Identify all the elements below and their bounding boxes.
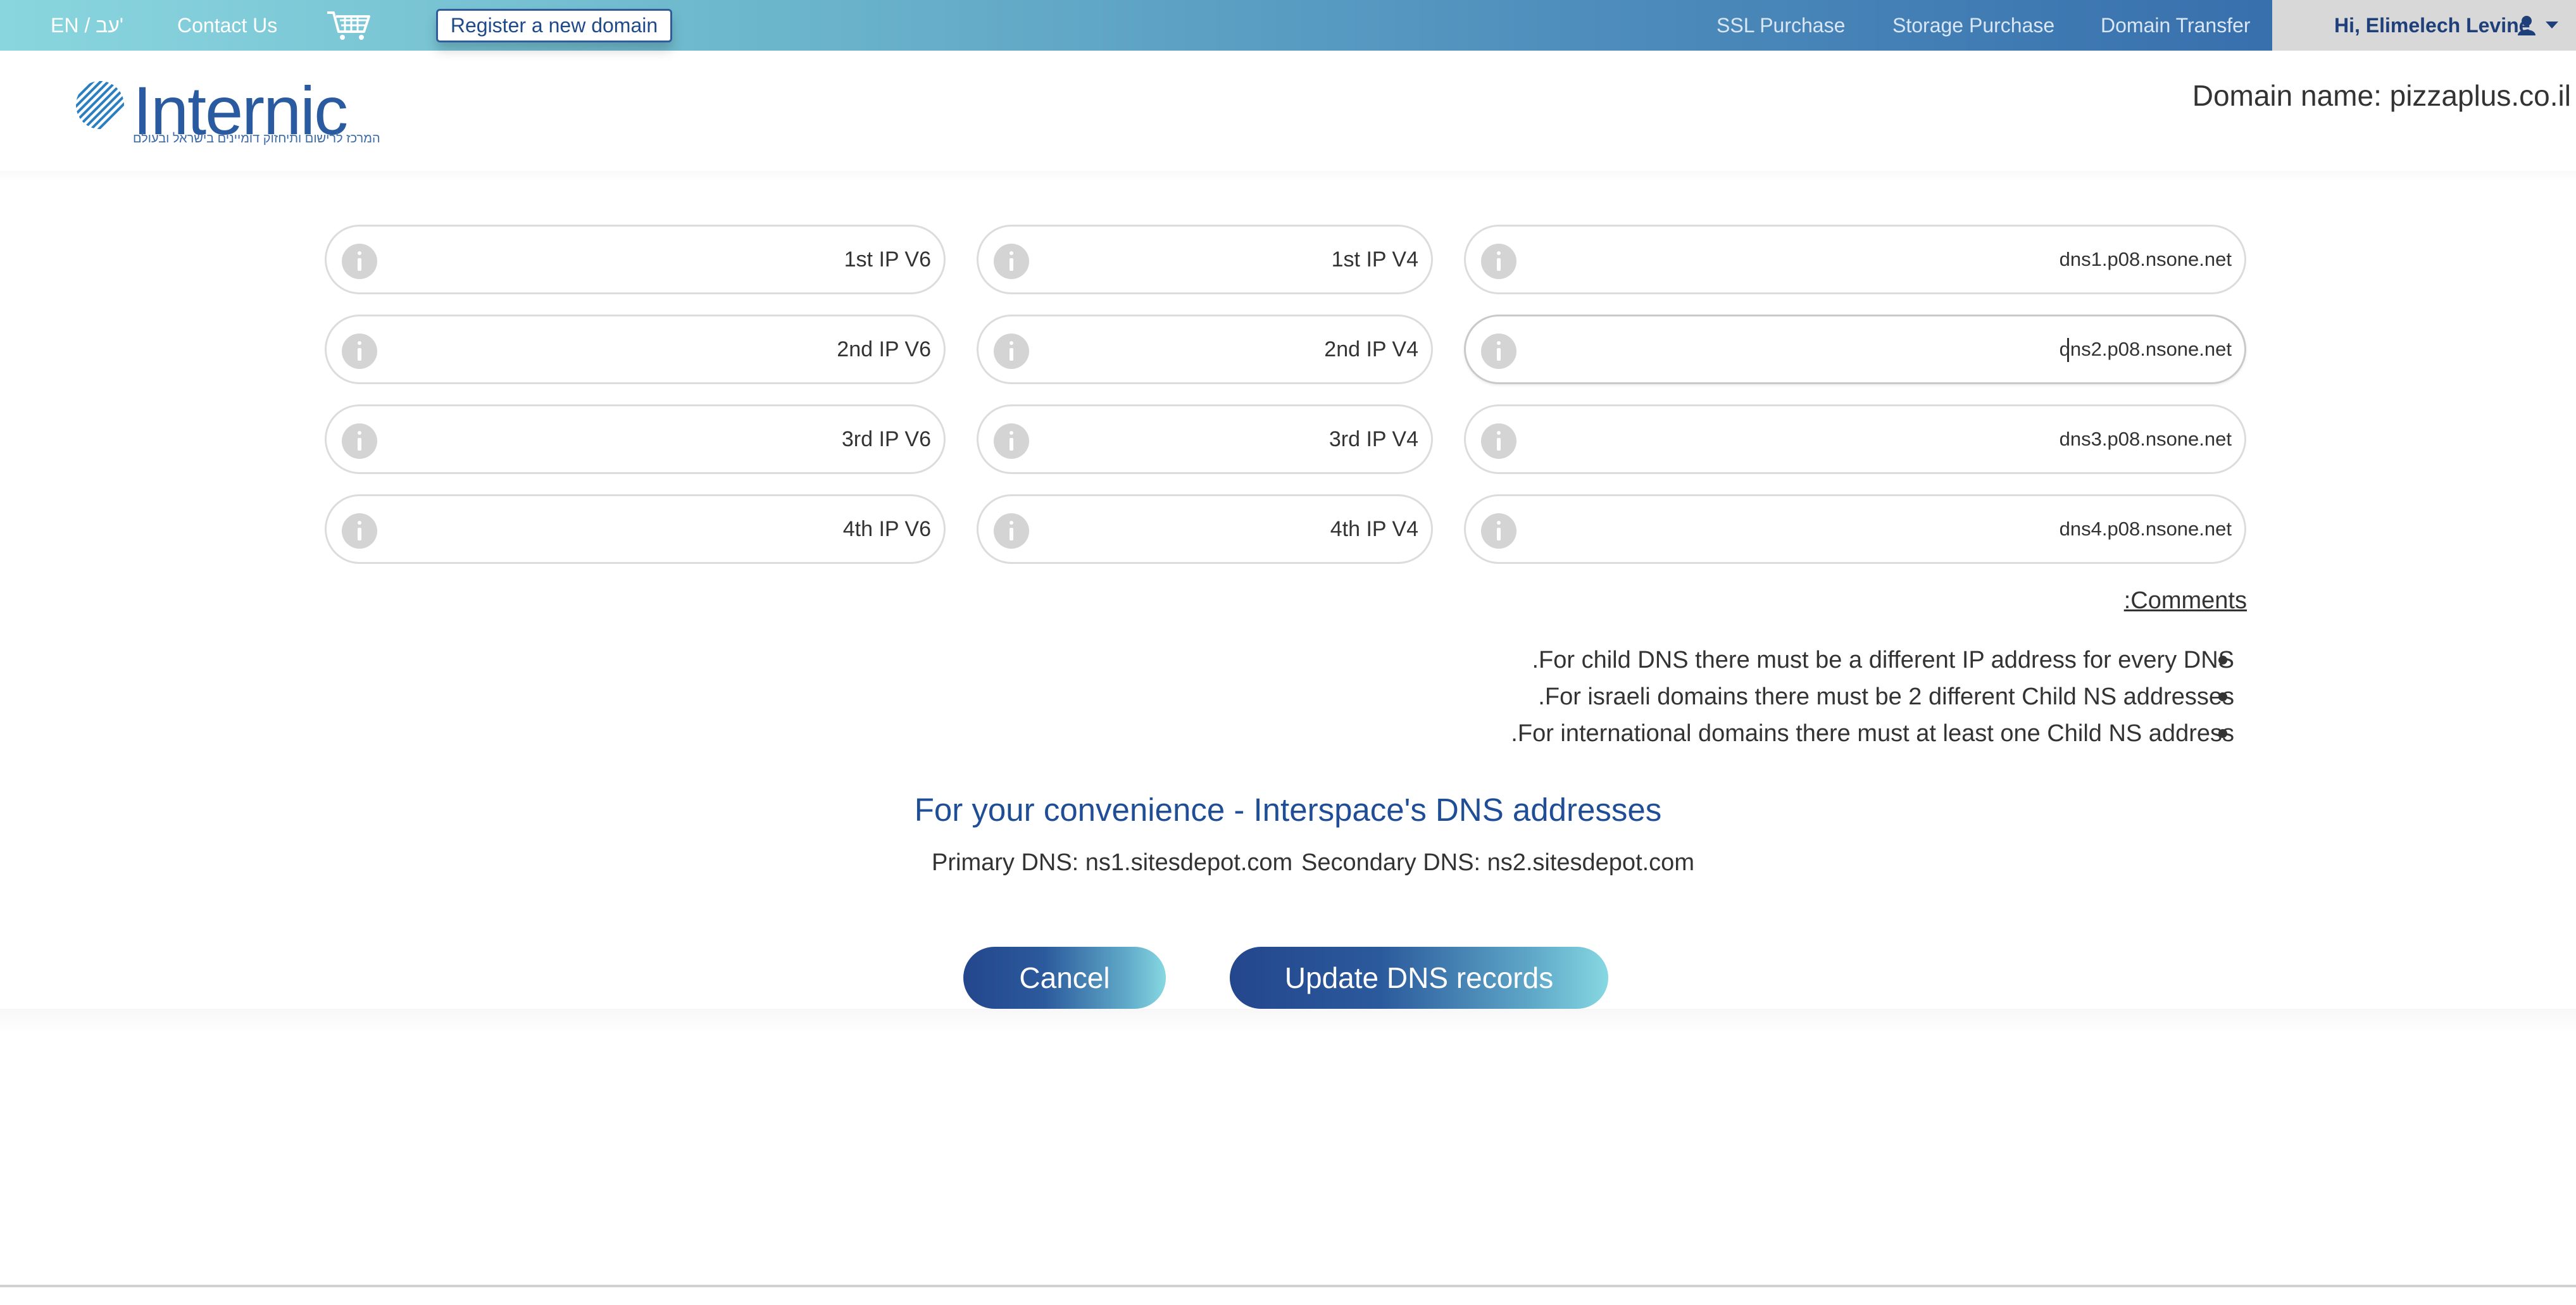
language-switcher[interactable]: EN / עב': [51, 0, 123, 51]
domain-transfer-link[interactable]: Domain Transfer: [2101, 0, 2251, 51]
comments-list: .For child DNS there must be a different…: [1511, 642, 2234, 752]
header-divider: [0, 171, 2576, 182]
dns-value: dns2.p08.nsone.net: [2059, 338, 2232, 360]
ipv6-field-4[interactable]: 4th IP V6: [325, 494, 946, 564]
register-new-domain-button[interactable]: Register a new domain: [436, 9, 672, 42]
info-icon[interactable]: [994, 423, 1029, 459]
logo-subtitle: המרכז לרישום ותיחזוק דומיינים בישראל ובע…: [133, 132, 380, 146]
ipv4-placeholder: 1st IP V4: [1331, 247, 1418, 272]
info-icon[interactable]: [994, 334, 1029, 369]
primary-dns-text: Primary DNS: ns1.sitesdepot.com: [932, 849, 1293, 876]
dns-field-1[interactable]: dns1.p08.nsone.net: [1464, 225, 2246, 294]
info-icon[interactable]: [994, 244, 1029, 279]
ipv4-placeholder: 4th IP V4: [1330, 517, 1418, 541]
domain-name-label: Domain name: pizzaplus.co.il: [2192, 79, 2571, 112]
ipv6-field-1[interactable]: 1st IP V6: [325, 225, 946, 294]
comments-title: :Comments: [2123, 587, 2247, 614]
info-icon[interactable]: [342, 334, 377, 369]
window-bottom-border: [0, 1285, 2576, 1287]
ipv6-placeholder: 1st IP V6: [844, 247, 931, 272]
bullet-icon: [2218, 656, 2227, 665]
logo-swirl-icon: [76, 81, 124, 129]
dns-value: dns4.p08.nsone.net: [2059, 518, 2232, 540]
user-greeting: Hi, Elimelech Levine: [2334, 14, 2530, 37]
info-icon[interactable]: [342, 244, 377, 279]
user-icon: [2518, 16, 2535, 35]
bullet-icon: [2218, 692, 2227, 701]
ipv6-field-2[interactable]: 2nd IP V6: [325, 315, 946, 384]
dns-field-2[interactable]: dns2.p08.nsone.net: [1464, 315, 2246, 384]
shopping-cart-icon[interactable]: [326, 9, 374, 42]
ipv6-placeholder: 3rd IP V6: [841, 427, 931, 451]
dns-value: dns3.p08.nsone.net: [2059, 428, 2232, 450]
ipv4-placeholder: 3rd IP V4: [1329, 427, 1418, 451]
top-navigation-bar: EN / עב' Contact Us Register a new domai…: [0, 0, 2576, 51]
contact-us-link[interactable]: Contact Us: [177, 0, 277, 51]
bullet-icon: [2218, 729, 2227, 738]
ipv4-field-1[interactable]: 1st IP V4: [977, 225, 1433, 294]
storage-purchase-link[interactable]: Storage Purchase: [1892, 0, 2054, 51]
comment-item: .For international domains there must at…: [1511, 720, 2234, 747]
info-icon[interactable]: [1481, 334, 1516, 369]
info-icon[interactable]: [342, 423, 377, 459]
dns-field-4[interactable]: dns4.p08.nsone.net: [1464, 494, 2246, 564]
ipv6-placeholder: 4th IP V6: [842, 517, 931, 541]
comment-item: .For child DNS there must be a different…: [1532, 647, 2234, 673]
internic-logo[interactable]: Internic המרכז לרישום ותיחזוק דומיינים ב…: [75, 76, 380, 152]
info-icon[interactable]: [1481, 244, 1516, 279]
info-icon[interactable]: [342, 513, 377, 549]
cancel-button[interactable]: Cancel: [963, 947, 1166, 1009]
user-menu[interactable]: Hi, Elimelech Levine: [2272, 0, 2576, 51]
info-icon[interactable]: [1481, 513, 1516, 549]
update-dns-records-button[interactable]: Update DNS records: [1230, 947, 1608, 1009]
info-icon[interactable]: [994, 513, 1029, 549]
ipv4-field-4[interactable]: 4th IP V4: [977, 494, 1433, 564]
ipv4-field-3[interactable]: 3rd IP V4: [977, 404, 1433, 474]
dns-field-3[interactable]: dns3.p08.nsone.net: [1464, 404, 2246, 474]
secondary-dns-text: Secondary DNS: ns2.sitesdepot.com: [1301, 849, 1694, 876]
content-footer-shadow: [0, 1009, 2576, 1034]
text-cursor: [2067, 338, 2069, 362]
ipv4-placeholder: 2nd IP V4: [1324, 337, 1418, 361]
chevron-down-icon[interactable]: [2544, 20, 2560, 30]
ipv6-placeholder: 2nd IP V6: [837, 337, 931, 361]
dns-value: dns1.p08.nsone.net: [2059, 248, 2232, 270]
convenience-title: For your convenience - Interspace's DNS …: [914, 792, 1662, 828]
info-icon[interactable]: [1481, 423, 1516, 459]
ssl-purchase-link[interactable]: SSL Purchase: [1716, 0, 1845, 51]
comment-item: .For israeli domains there must be 2 dif…: [1538, 684, 2234, 710]
ipv6-field-3[interactable]: 3rd IP V6: [325, 404, 946, 474]
ipv4-field-2[interactable]: 2nd IP V4: [977, 315, 1433, 384]
